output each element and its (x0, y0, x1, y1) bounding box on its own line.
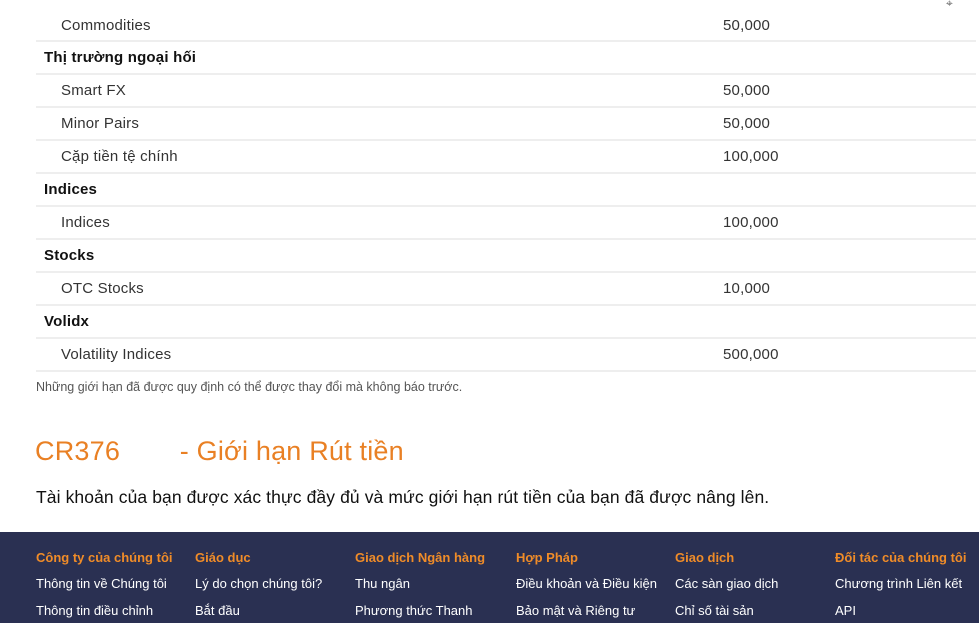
footer-link[interactable]: Thu ngân (355, 576, 485, 591)
footer-heading[interactable]: Giáo dục (195, 550, 322, 565)
footer-column-legal: Hợp Pháp Điều khoản và Điều kiện Bảo mật… (516, 550, 657, 630)
instrument-name: Indices (61, 214, 110, 231)
limit-value: 10,000 (723, 280, 771, 297)
footer-link[interactable]: Thông tin về Chúng tôi (36, 576, 173, 591)
footer-link[interactable]: Điều khoản và Điều kiện (516, 576, 657, 591)
instrument-name: Minor Pairs (61, 115, 140, 132)
withdrawal-limit-description: Tài khoản của bạn được xác thực đầy đủ v… (36, 487, 770, 507)
footer-link[interactable]: Các sàn giao dịch (675, 576, 778, 591)
footer-column-banking: Giao dịch Ngân hàng Thu ngân Phương thức… (355, 550, 485, 630)
footer-link[interactable]: Thông tin điều chỉnh (36, 603, 173, 618)
instrument-name: Volatility Indices (61, 346, 172, 363)
withdrawal-title-text: - Giới hạn Rút tiền (172, 436, 404, 466)
footer-link[interactable]: Bắt đầu (195, 603, 322, 618)
footer-link[interactable]: Chương trình Liên kết (835, 576, 966, 591)
limit-value: 50,000 (723, 16, 771, 34)
withdrawal-limits-table: Commodities 50,000 Thị trường ngoại hối Sma… (36, 10, 976, 372)
footer-heading[interactable]: Giao dịch Ngân hàng (355, 550, 485, 565)
footer-column-education: Giáo dục Lý do chọn chúng tôi? Bắt đầu (195, 550, 322, 630)
limits-note: Những giới hạn đã được quy định có thể đ… (36, 380, 463, 394)
limits-group-row: Stocks (36, 240, 976, 273)
footer-heading[interactable]: Công ty của chúng tôi (36, 550, 173, 565)
cursor-icon: ⌖ (946, 0, 953, 10)
group-name: Stocks (44, 247, 95, 264)
limit-value: 50,000 (723, 82, 771, 99)
footer-link[interactable]: Bảo mật và Riêng tư (516, 603, 657, 618)
footer-link[interactable]: Phương thức Thanh (355, 603, 485, 618)
limits-group-row: Indices (36, 174, 976, 207)
limits-item-row: Minor Pairs 50,000 (36, 108, 976, 141)
footer-link[interactable]: Lý do chọn chúng tôi? (195, 576, 322, 591)
footer-column-company: Công ty của chúng tôi Thông tin về Chúng… (36, 550, 173, 630)
limits-group-row: Volidx (36, 306, 976, 339)
group-name: Thị trường ngoại hối (44, 49, 197, 66)
footer-heading[interactable]: Hợp Pháp (516, 550, 657, 565)
limits-group-row: Thị trường ngoại hối (36, 42, 976, 75)
footer-heading[interactable]: Giao dịch (675, 550, 778, 565)
limits-item-row: Smart FX 50,000 (36, 75, 976, 108)
limit-value: 100,000 (723, 148, 779, 165)
group-name: Indices (44, 181, 98, 198)
limits-item-row: Volatility Indices 500,000 (36, 339, 976, 372)
instrument-name: Cặp tiền tệ chính (61, 148, 178, 165)
site-footer: Công ty của chúng tôi Thông tin về Chúng… (0, 532, 979, 623)
footer-heading[interactable]: Đối tác của chúng tôi (835, 550, 966, 565)
footer-column-partners: Đối tác của chúng tôi Chương trình Liên … (835, 550, 966, 630)
instrument-name: Smart FX (61, 82, 126, 99)
limit-value: 50,000 (723, 115, 771, 132)
footer-link[interactable]: Chỉ số tài sản (675, 603, 778, 618)
instrument-name: OTC Stocks (61, 280, 144, 297)
limits-item-row: Indices 100,000 (36, 207, 976, 240)
instrument-name: Commodities (61, 16, 151, 34)
limits-item-row: Cặp tiền tệ chính 100,000 (36, 141, 976, 174)
limits-item-row: Commodities 50,000 (36, 10, 976, 42)
limit-value: 100,000 (723, 214, 779, 231)
withdrawal-limit-title: CR376 - Giới hạn Rút tiền (35, 436, 404, 467)
footer-link[interactable]: API (835, 603, 966, 618)
limit-value: 500,000 (723, 346, 779, 363)
account-id: CR376 (35, 436, 121, 466)
footer-column-trading: Giao dịch Các sàn giao dịch Chỉ số tài s… (675, 550, 778, 630)
group-name: Volidx (44, 313, 90, 330)
limits-item-row: OTC Stocks 10,000 (36, 273, 976, 306)
